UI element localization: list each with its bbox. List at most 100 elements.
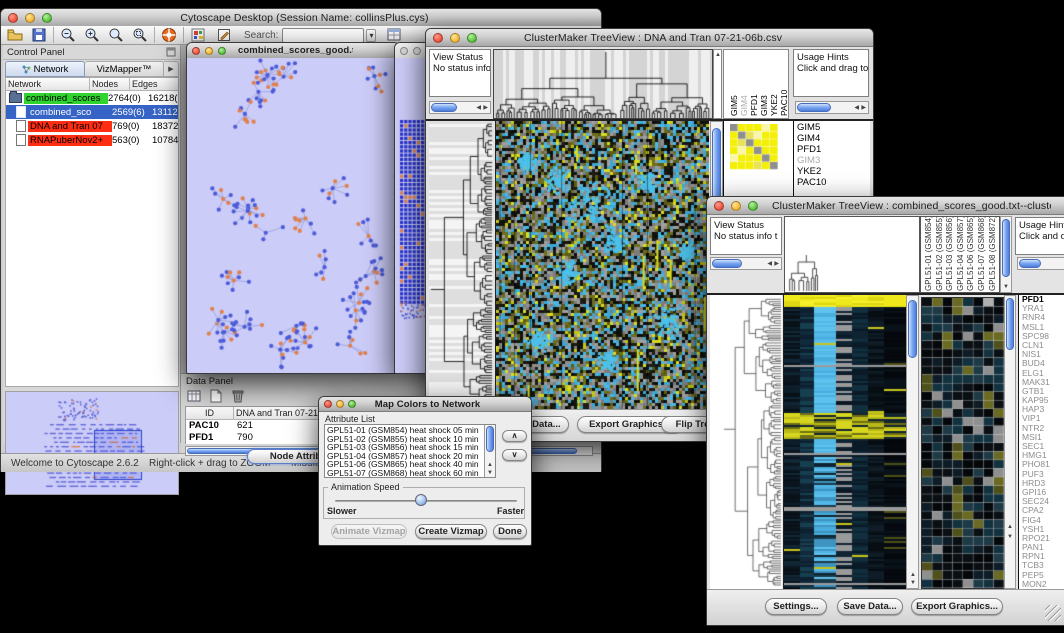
close-button[interactable] xyxy=(192,47,200,55)
attribute-item[interactable]: GPL51-02 (GSM855) heat shock 10 min xyxy=(327,435,483,444)
tv1-row-label[interactable]: GIM4 xyxy=(797,133,870,144)
zoom-in-icon[interactable] xyxy=(84,27,100,43)
gene-label[interactable]: KAP95 xyxy=(1022,396,1064,405)
gene-label[interactable]: GTB1 xyxy=(1022,387,1064,396)
save-icon[interactable] xyxy=(31,27,47,43)
attribute-item[interactable]: GPL51-04 (GSM857) heat shock 20 min xyxy=(327,452,483,461)
tv2-status-scrollbar[interactable]: ◀ ▶ xyxy=(710,257,782,270)
gene-label[interactable]: MAK31 xyxy=(1022,378,1064,387)
treeview2-titlebar[interactable]: ClusterMaker TreeView : combined_scores_… xyxy=(707,197,1064,215)
done-button[interactable]: Done xyxy=(493,524,527,539)
gene-label[interactable]: SEC24 xyxy=(1022,497,1064,506)
tv2-column-dendrogram[interactable] xyxy=(784,216,920,293)
data-column-id[interactable]: ID xyxy=(186,407,234,419)
zoom-selected-icon[interactable] xyxy=(132,27,148,43)
column-header-network[interactable]: Network xyxy=(6,78,90,90)
zoom-out-icon[interactable] xyxy=(60,27,76,43)
tv1-column-label[interactable]: GIM5 xyxy=(729,95,739,116)
tab-network[interactable]: Network xyxy=(5,61,85,77)
scroll-up-icon[interactable]: ▲ xyxy=(487,462,493,468)
tv1-column-label[interactable]: GIM3 xyxy=(759,95,769,116)
gene-label[interactable]: YRA1 xyxy=(1022,304,1064,313)
attribute-list-scrollbar[interactable]: ▲ ▼ xyxy=(484,425,495,477)
gene-label[interactable]: HRD3 xyxy=(1022,479,1064,488)
attribute-item[interactable]: GPL51-06 (GSM865) heat shock 40 min xyxy=(327,460,483,469)
treeview1-titlebar[interactable]: ClusterMaker TreeView : DNA and Tran 07-… xyxy=(426,29,873,47)
tv1-column-label[interactable]: YKE2 xyxy=(769,94,779,116)
scroll-down-icon[interactable]: ▼ xyxy=(910,580,916,586)
attribute-item[interactable]: GPL51-01 (GSM854) heat shock 05 min xyxy=(327,426,483,435)
close-button[interactable] xyxy=(324,400,332,408)
tv2-column-label[interactable]: GPL51-04 (GSM857) xyxy=(956,216,966,291)
gene-label[interactable]: ELG1 xyxy=(1022,369,1064,378)
minimize-button[interactable] xyxy=(336,400,344,408)
tv2-collabel-vscrollbar[interactable]: ▼ xyxy=(1000,216,1012,293)
tv1-zoom-heatmap[interactable] xyxy=(730,124,778,170)
scroll-up-icon[interactable]: ▲ xyxy=(910,572,916,578)
float-panel-icon[interactable] xyxy=(166,47,176,57)
close-button[interactable] xyxy=(8,13,18,23)
tv1-row-label[interactable]: PFD1 xyxy=(797,144,870,155)
zoom-button[interactable] xyxy=(467,33,477,43)
attribute-item[interactable]: GPL51-07 (GSM868) heat shock 60 min xyxy=(327,469,483,478)
gene-label[interactable]: PFD1 xyxy=(1022,295,1064,304)
scroll-right-icon[interactable]: ▶ xyxy=(483,105,488,111)
scroll-up-icon[interactable]: ▲ xyxy=(715,52,721,58)
close-button[interactable] xyxy=(714,201,724,211)
resize-grip[interactable] xyxy=(1045,605,1061,621)
close-button[interactable] xyxy=(433,33,443,43)
speed-slider-thumb[interactable] xyxy=(415,494,427,506)
minimize-button[interactable] xyxy=(450,33,460,43)
network-row[interactable]: DNA and Tran 07769(0)183728(0) xyxy=(6,119,178,133)
tv2-column-labels[interactable]: GPL51-01 (GSM854)GPL51-02 (GSM855)GPL51-… xyxy=(920,216,1000,293)
delete-attribute-icon[interactable] xyxy=(230,388,246,404)
minimize-button[interactable] xyxy=(205,47,213,55)
network-canvas[interactable] xyxy=(187,58,397,371)
tv2-heatmap[interactable] xyxy=(783,295,906,589)
scroll-down-icon[interactable]: ▼ xyxy=(1003,284,1009,290)
tv2-column-label[interactable]: GPL51-08 (GSM872) xyxy=(988,216,998,291)
network-row[interactable]: combined_sco2569(6)13112(15) xyxy=(6,105,178,119)
gene-label[interactable]: MSL1 xyxy=(1022,323,1064,332)
gene-label[interactable]: CPA2 xyxy=(1022,506,1064,515)
gene-label[interactable]: PEP5 xyxy=(1022,571,1064,580)
tv2-column-label[interactable]: GPL51-03 (GSM856) xyxy=(945,216,955,291)
tv2-column-label[interactable]: GPL51-01 (GSM854) xyxy=(924,216,934,291)
move-down-button[interactable]: ∨ xyxy=(502,449,527,461)
gene-label[interactable]: MSI1 xyxy=(1022,433,1064,442)
attribute-list[interactable]: GPL51-01 (GSM854) heat shock 05 minGPL51… xyxy=(324,424,496,478)
gene-label[interactable]: NTR2 xyxy=(1022,424,1064,433)
gene-label[interactable]: HMG1 xyxy=(1022,451,1064,460)
tv1-column-label[interactable]: GIM4 xyxy=(739,95,749,116)
gene-label[interactable]: VIP1 xyxy=(1022,414,1064,423)
annotation-icon[interactable] xyxy=(216,27,232,43)
zoom-button[interactable] xyxy=(348,400,356,408)
gene-label[interactable]: SPC98 xyxy=(1022,332,1064,341)
tv1-status-scrollbar[interactable]: ◀ ▶ xyxy=(429,101,491,114)
scroll-down-icon[interactable]: ▼ xyxy=(487,470,493,476)
scroll-up-icon[interactable]: ▲ xyxy=(1007,524,1013,530)
tv1-column-label[interactable]: PFD1 xyxy=(749,94,759,116)
search-input[interactable] xyxy=(282,28,364,43)
scroll-right-icon[interactable]: ▶ xyxy=(861,105,866,111)
attribute-select-icon[interactable] xyxy=(186,388,202,404)
save-data-button[interactable]: Save Data... xyxy=(837,598,903,615)
gene-label[interactable]: RPN1 xyxy=(1022,552,1064,561)
gene-label[interactable]: PUF3 xyxy=(1022,470,1064,479)
gene-label[interactable]: GPI16 xyxy=(1022,488,1064,497)
gene-label[interactable]: TCB3 xyxy=(1022,561,1064,570)
search-dropdown-icon[interactable]: ▾ xyxy=(366,29,376,42)
tv1-heatmap[interactable] xyxy=(495,121,709,409)
zoom-fit-icon[interactable] xyxy=(108,27,124,43)
tv1-row-label[interactable]: GIM3 xyxy=(797,155,870,166)
network-row[interactable]: combined_scores2764(0)16218(0) xyxy=(6,91,178,105)
column-header-edges[interactable]: Edges xyxy=(130,78,178,90)
tv1-column-dendrogram[interactable] xyxy=(493,49,713,119)
tv1-column-labels[interactable]: GIM5GIM4PFD1GIM3YKE2PAC10 xyxy=(723,49,789,119)
tv2-gene-labels[interactable]: PFD1YRA1RNR4MSL1SPC98CLN1NIS1BUD4ELG1MAK… xyxy=(1018,295,1064,589)
move-up-button[interactable]: ∧ xyxy=(502,430,527,442)
network-overview-thumbnail[interactable] xyxy=(6,392,178,494)
close-button[interactable] xyxy=(400,47,408,55)
tv1-row-label[interactable]: YKE2 xyxy=(797,166,870,177)
tv2-column-label[interactable]: GPL51-07 (GSM868) xyxy=(977,216,987,291)
